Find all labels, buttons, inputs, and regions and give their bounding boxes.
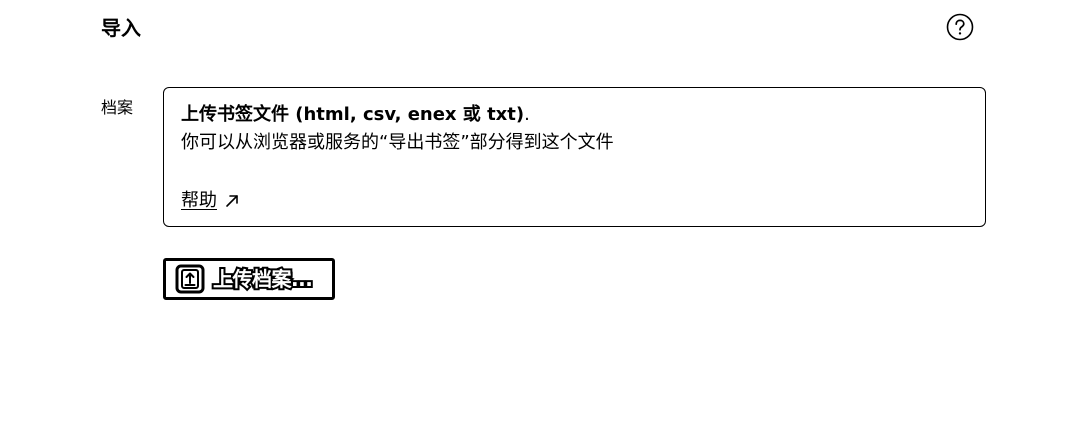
help-link[interactable]: 帮助 <box>181 187 239 215</box>
info-description: 你可以从浏览器或服务的“导出书签”部分得到这个文件 <box>181 132 614 153</box>
upload-button-label: 上传档案... <box>211 265 315 293</box>
archive-field-label: 档案 <box>101 98 134 117</box>
upload-archive-button[interactable]: 上传档案... <box>163 258 335 300</box>
page-title: 导入 <box>101 16 141 40</box>
help-icon[interactable] <box>946 13 974 41</box>
info-title: 上传书签文件 (html, csv, enex 或 txt) <box>181 104 525 125</box>
info-title-suffix: . <box>524 104 530 125</box>
help-link-label[interactable]: 帮助 <box>181 187 217 215</box>
external-arrow-icon <box>225 194 239 208</box>
import-info-box: 上传书签文件 (html, csv, enex 或 txt). 你可以从浏览器或… <box>163 87 986 227</box>
upload-file-icon <box>175 264 205 294</box>
